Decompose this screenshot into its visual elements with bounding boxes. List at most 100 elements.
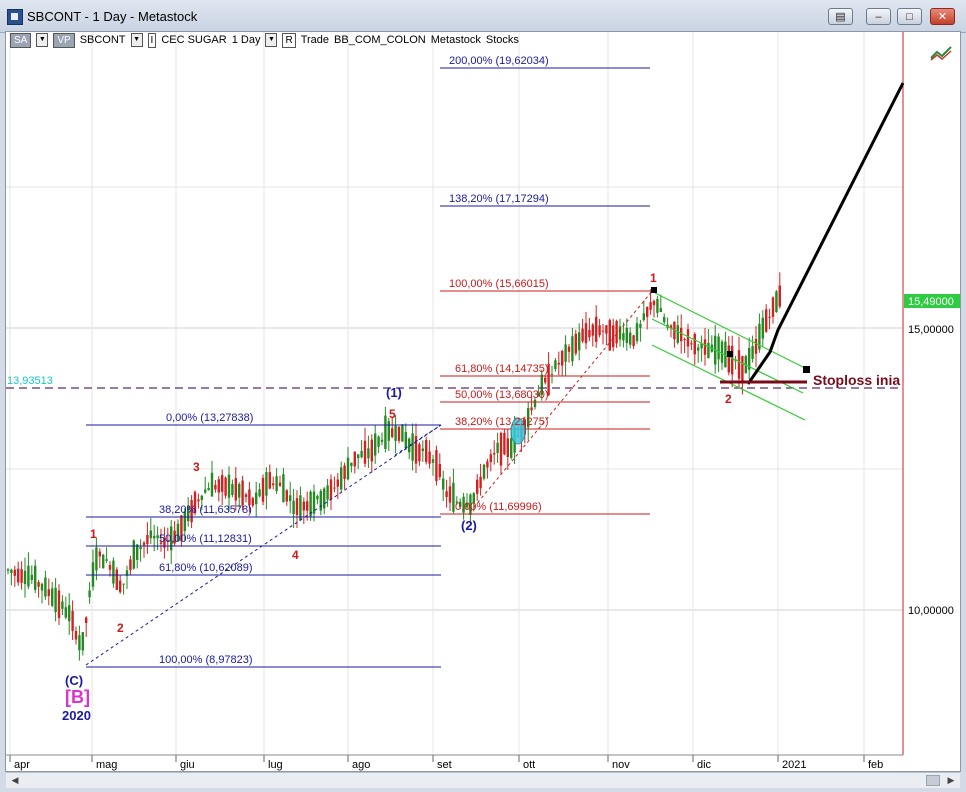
sa-dropdown[interactable]: ▼ [36, 33, 49, 47]
candle-body [482, 464, 486, 479]
candle-body [707, 342, 710, 359]
time-axis-label: ago [352, 759, 370, 771]
candle-body [316, 495, 319, 500]
candle-body [37, 582, 40, 587]
trade-label[interactable]: Trade [301, 34, 329, 46]
candle-body [384, 415, 387, 449]
candle-body [601, 330, 605, 332]
candle-body [652, 300, 656, 306]
candle-body [561, 351, 564, 366]
candle-body [404, 432, 407, 449]
candle-body [659, 308, 662, 313]
candle-body [40, 583, 44, 591]
candle-body [112, 560, 115, 584]
chart-tools-icon[interactable] [929, 44, 953, 62]
candle-body [248, 489, 251, 506]
candle-body [336, 479, 339, 487]
candle-body [656, 298, 659, 313]
candle-body [771, 297, 775, 317]
chart-labels: apr mag giu lug ago set ott nov dic 2021 feb 15,000… [7, 55, 960, 771]
candle-body [64, 607, 67, 618]
vp-button[interactable]: VP [53, 32, 75, 48]
candle-body [214, 484, 217, 490]
time-axis-label: giu [180, 759, 195, 771]
candle-body [108, 565, 112, 570]
candle-body [642, 313, 645, 321]
candle-body [506, 438, 509, 457]
scrollbar-thumb[interactable] [926, 775, 940, 786]
candle-body [435, 450, 438, 482]
candle-body [204, 489, 207, 493]
template-label[interactable]: BB_COM_COLON [334, 34, 426, 46]
candle-body [292, 500, 295, 514]
candle-body [78, 635, 81, 651]
candle-body [717, 336, 720, 360]
scroll-right-icon[interactable]: ▶ [944, 775, 958, 786]
candle-body [353, 451, 356, 467]
projection-line [746, 82, 905, 385]
candle-body [217, 479, 220, 493]
wave-label-3: 3 [193, 460, 200, 474]
scroll-left-icon[interactable]: ◀ [8, 775, 22, 786]
candle-body [727, 345, 730, 373]
wave-label-c: (C) [65, 673, 83, 688]
sa-button[interactable]: SA [10, 32, 32, 48]
candle-body [625, 327, 628, 344]
wave-label-right-1: 1 [650, 271, 657, 285]
candle-body [428, 451, 431, 464]
fib-left-label: 50,00% (11,12831) [159, 533, 252, 545]
fib-right-label: 50,00% (13,68030) [455, 389, 549, 401]
candle-body [285, 490, 288, 502]
candle-body [731, 345, 734, 375]
candle-body [649, 302, 652, 310]
wave-label-4: 4 [292, 548, 299, 562]
candle-body [765, 309, 768, 332]
time-axis-label: nov [612, 759, 630, 771]
reference-level-label: 13,93513 [7, 375, 53, 387]
symbol-dropdown[interactable]: ▼ [130, 33, 143, 47]
fib-right-trendline [469, 289, 654, 513]
r-button[interactable]: R [282, 32, 296, 48]
wave-top-marker [651, 287, 657, 293]
candle-body [431, 459, 435, 463]
period-dropdown[interactable]: ▼ [265, 33, 278, 47]
candle-body [401, 424, 404, 442]
candle-body [676, 325, 679, 343]
candle-body [255, 492, 258, 505]
candle-body [360, 450, 363, 458]
period-label[interactable]: 1 Day [232, 34, 261, 46]
price-chart[interactable]: apr mag giu lug ago set ott nov dic 2021 feb 15,000… [0, 0, 966, 792]
candle-body [329, 479, 333, 500]
candle-body [554, 360, 557, 370]
candle-body [98, 551, 101, 557]
horizontal-scrollbar[interactable]: ◀ ▶ [6, 772, 960, 788]
candle-body [102, 554, 105, 569]
candle-body [510, 438, 513, 458]
i-button[interactable]: I [147, 32, 157, 48]
candle-body [13, 569, 16, 576]
candle-body [241, 480, 244, 506]
candle-body [136, 544, 139, 560]
candle-body [51, 588, 54, 606]
candle-body [751, 346, 754, 359]
candle-body [268, 472, 271, 489]
candle-body [374, 433, 377, 456]
candle-body [397, 426, 401, 441]
candle-body [224, 477, 227, 496]
candle-body [574, 333, 577, 354]
time-axis-label: lug [268, 759, 283, 771]
symbol-label[interactable]: SBCONT [80, 34, 126, 46]
candle-body [251, 498, 254, 506]
candle-body [544, 377, 547, 383]
candle-body [754, 339, 758, 354]
wave-label-major-1: (1) [386, 385, 402, 400]
candle-body [680, 327, 683, 342]
candle-body [571, 336, 574, 362]
candle-body [391, 428, 394, 437]
candle-body [54, 587, 57, 613]
candle-body [697, 347, 700, 351]
candle-body [57, 590, 61, 619]
candle-body [44, 577, 47, 597]
candle-body [6, 569, 10, 571]
candle-body [27, 565, 30, 587]
